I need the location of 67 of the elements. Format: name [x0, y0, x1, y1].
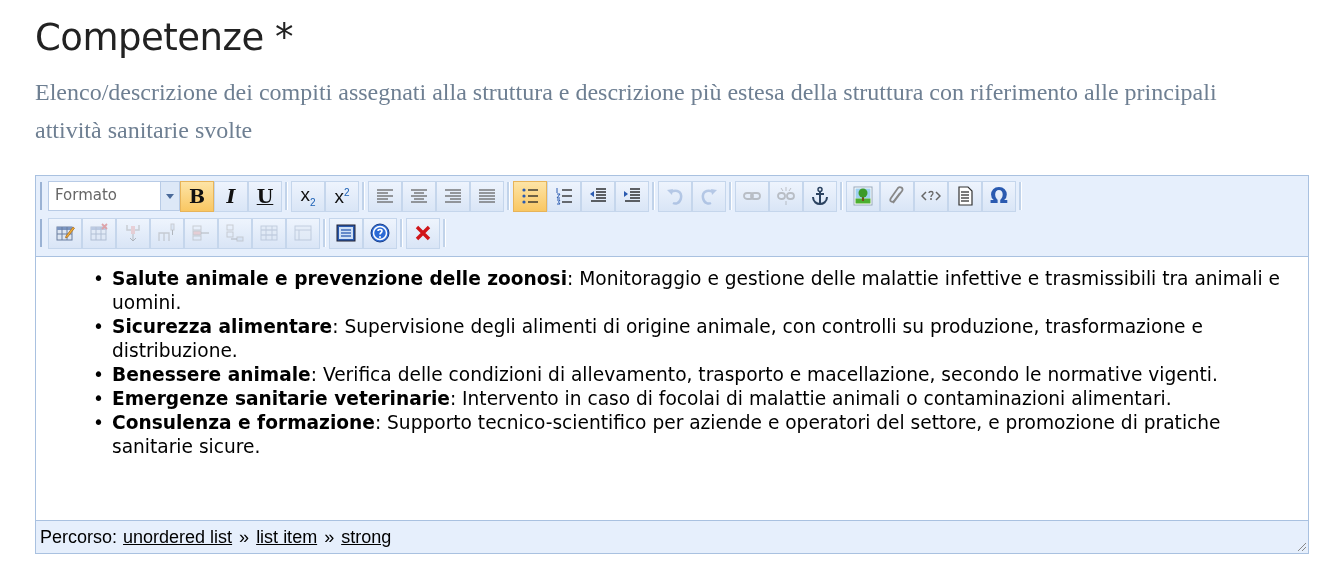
- undo-arrow-icon: [665, 186, 685, 206]
- section-heading: Competenze *: [35, 16, 294, 59]
- table-outline-icon: [293, 223, 313, 243]
- close-icon: [413, 223, 433, 243]
- bold-button[interactable]: B: [180, 180, 214, 212]
- italic-button[interactable]: I: [214, 180, 248, 212]
- anchor-icon: [810, 186, 830, 206]
- align-center-icon: [409, 186, 429, 206]
- path-link[interactable]: list item: [256, 526, 318, 548]
- indent-button[interactable]: [615, 180, 649, 212]
- table-pencil-icon: [55, 223, 75, 243]
- row-insert-icon: [191, 223, 211, 243]
- subscript-button[interactable]: x$_{2}$: [291, 180, 325, 212]
- code-button[interactable]: [914, 180, 948, 212]
- close-button[interactable]: [406, 217, 440, 249]
- superscript-button[interactable]: x$^{2}$: [325, 180, 359, 212]
- path-separator: »: [239, 526, 250, 548]
- numbered-list-icon: [554, 186, 574, 206]
- document-button[interactable]: [948, 180, 982, 212]
- special-char-button[interactable]: Ω: [982, 180, 1016, 212]
- help-icon: [370, 223, 390, 243]
- justify-button[interactable]: [470, 180, 504, 212]
- document-icon: [955, 186, 975, 206]
- list-item-text: Emergenze sanitarie veterinarie: Intervento in caso di focolai di malattie animali o contaminazioni alimentari.: [112, 387, 1173, 411]
- align-left-icon: [375, 186, 395, 206]
- table-grid-icon: [259, 223, 279, 243]
- list-item-text: Consulenza e formazione: Supporto tecnico-scientifico per aziende e operatori del settore, e promozione di pratiche sanitarie sicure.: [112, 411, 1222, 459]
- list-item-text: Benessere animale: Verifica delle condizioni di allevamento, trasporto e macellazione, secondo le normative vigenti.: [112, 363, 1219, 387]
- align-right-icon: [443, 186, 463, 206]
- underline-button[interactable]: U: [248, 180, 282, 212]
- table-button[interactable]: [48, 217, 82, 249]
- list-item-text: Sicurezza alimentare: Supervisione degli alimenti di origine animale, con controlli su produzione, trasformazione e distribuzione.: [112, 315, 1204, 363]
- window-icon: [336, 223, 356, 243]
- column-after-icon: [157, 223, 177, 243]
- redo-arrow-icon: [699, 186, 719, 206]
- dropdown-arrow-icon: [166, 193, 174, 199]
- align-left-button[interactable]: [368, 180, 402, 212]
- align-right-button[interactable]: [436, 180, 470, 212]
- path-link[interactable]: unordered list: [123, 526, 233, 548]
- justify-icon: [477, 186, 497, 206]
- numbered-list-button[interactable]: [547, 180, 581, 212]
- anchor-button[interactable]: [803, 180, 837, 212]
- description-text: Elenco/descrizione dei compiti assegnati alla struttura e descrizione più estesa della struttura con riferimento alle principali attività sanitarie svolte: [35, 78, 1218, 145]
- path-separator: »: [324, 526, 335, 548]
- column-insert-icon: [123, 223, 143, 243]
- bullet-list-icon: [520, 186, 540, 206]
- align-center-button[interactable]: [402, 180, 436, 212]
- bullet-marker: •: [93, 411, 105, 435]
- image-button[interactable]: [846, 180, 880, 212]
- image-icon: [853, 186, 873, 206]
- status-label: Percorso:: [40, 526, 118, 548]
- bullet-marker: •: [93, 363, 105, 387]
- path-link[interactable]: strong: [341, 526, 392, 548]
- bullet-marker: •: [93, 387, 105, 411]
- fullscreen-button[interactable]: [329, 217, 363, 249]
- bullet-marker: •: [93, 267, 105, 291]
- bullet-marker: •: [93, 315, 105, 339]
- format-dropdown[interactable]: Formato: [48, 181, 180, 211]
- attachment-button[interactable]: [880, 180, 914, 212]
- broken-link-icon: [776, 186, 796, 206]
- resize-handle-icon[interactable]: [1297, 542, 1307, 552]
- row-after-icon: [225, 223, 245, 243]
- outdent-button[interactable]: [581, 180, 615, 212]
- help-button[interactable]: [363, 217, 397, 249]
- list-item-text: Salute animale e prevenzione delle zoonosi: Monitoraggio e gestione delle malattie infettive e trasmissibili tra animali e uomini.: [112, 267, 1281, 315]
- table-delete-icon: [89, 223, 109, 243]
- bullet-list-button[interactable]: [513, 180, 547, 212]
